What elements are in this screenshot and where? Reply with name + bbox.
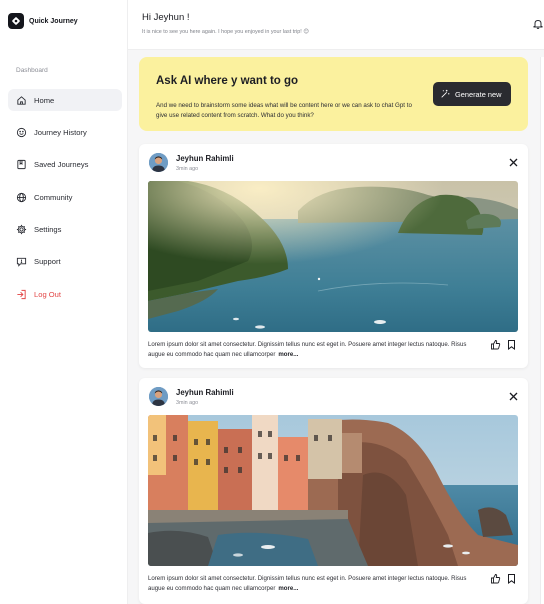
post-card: Jeyhun Rahimli 3min ago Lorem ipsum dolo… bbox=[139, 378, 528, 604]
app-logo[interactable]: Quick Journey bbox=[8, 13, 78, 29]
generate-new-label: Generate new bbox=[455, 89, 502, 99]
app-name: Quick Journey bbox=[29, 17, 78, 25]
bell-icon[interactable] bbox=[532, 18, 544, 30]
sidebar-item-label: Community bbox=[34, 192, 73, 202]
bookmark-icon[interactable] bbox=[506, 339, 517, 350]
greeting-subtitle: It is nice to see you here again. I hope… bbox=[142, 29, 309, 35]
ask-ai-card: Ask AI where y want to go And we need to… bbox=[139, 57, 528, 131]
sidebar-item-saved-journeys[interactable]: Saved Journeys bbox=[8, 154, 122, 176]
more-link[interactable]: more... bbox=[278, 585, 298, 592]
sidebar-item-label: Home bbox=[34, 95, 55, 105]
magic-wand-icon bbox=[441, 89, 450, 98]
post-caption: Lorem ipsum dolor sit amet consectetur. … bbox=[148, 340, 480, 359]
sidebar-item-label: Saved Journeys bbox=[34, 160, 89, 170]
post-time: 3min ago bbox=[176, 400, 199, 406]
close-icon[interactable] bbox=[508, 157, 519, 168]
ask-ai-description: And we need to brainstorm some ideas wha… bbox=[156, 102, 412, 119]
sidebar-item-settings[interactable]: Settings bbox=[8, 219, 122, 241]
sidebar-item-label: Support bbox=[34, 257, 61, 267]
more-link[interactable]: more... bbox=[278, 351, 298, 358]
logo-icon bbox=[8, 13, 24, 29]
coastal-islands-photo bbox=[148, 181, 518, 332]
bookmark-icon bbox=[17, 160, 26, 170]
chat-icon bbox=[16, 258, 27, 268]
thumbs-up-icon[interactable] bbox=[490, 573, 501, 584]
globe-icon bbox=[16, 192, 27, 202]
post-time: 3min ago bbox=[176, 166, 199, 172]
sidebar-item-community[interactable]: Community bbox=[8, 186, 122, 208]
logout-icon bbox=[17, 289, 26, 299]
generate-new-button[interactable]: Generate new bbox=[433, 82, 511, 106]
history-icon bbox=[16, 127, 27, 137]
ask-ai-title: Ask AI where y want to go bbox=[156, 75, 299, 87]
avatar[interactable] bbox=[149, 387, 168, 406]
post-author[interactable]: Jeyhun Rahimli bbox=[176, 154, 234, 163]
sidebar-item-journey-history[interactable]: Journey History bbox=[8, 121, 122, 143]
header: Hi Jeyhun ! It is nice to see you here a… bbox=[128, 0, 544, 50]
bookmark-icon[interactable] bbox=[506, 573, 517, 584]
home-icon bbox=[17, 95, 26, 105]
greeting: Hi Jeyhun ! bbox=[142, 12, 190, 23]
sidebar-item-support[interactable]: Support bbox=[8, 251, 122, 273]
sidebar-section-label: Dashboard bbox=[16, 67, 48, 74]
cliffside-village-photo bbox=[148, 415, 518, 566]
right-panel-edge bbox=[540, 57, 544, 604]
avatar[interactable] bbox=[149, 153, 168, 172]
sidebar-item-label: Log Out bbox=[34, 289, 62, 299]
thumbs-up-icon[interactable] bbox=[490, 339, 501, 350]
sidebar: Quick Journey Dashboard Home Journey His… bbox=[0, 0, 128, 604]
post-author[interactable]: Jeyhun Rahimli bbox=[176, 388, 234, 397]
close-icon[interactable] bbox=[508, 391, 519, 402]
gear-icon bbox=[16, 224, 27, 235]
sidebar-item-logout[interactable]: Log Out bbox=[8, 283, 122, 305]
post-caption-text: Lorem ipsum dolor sit amet consectetur. … bbox=[148, 575, 467, 592]
post-card: Jeyhun Rahimli 3min ago Lorem ipsum dolo… bbox=[139, 144, 528, 368]
post-caption-text: Lorem ipsum dolor sit amet consectetur. … bbox=[148, 341, 467, 358]
sidebar-item-label: Journey History bbox=[34, 127, 87, 137]
post-caption: Lorem ipsum dolor sit amet consectetur. … bbox=[148, 574, 480, 593]
sidebar-item-home[interactable]: Home bbox=[8, 89, 122, 111]
sidebar-item-label: Settings bbox=[34, 225, 62, 235]
sidebar-nav: Home Journey History Saved Journeys Comm… bbox=[8, 89, 122, 316]
